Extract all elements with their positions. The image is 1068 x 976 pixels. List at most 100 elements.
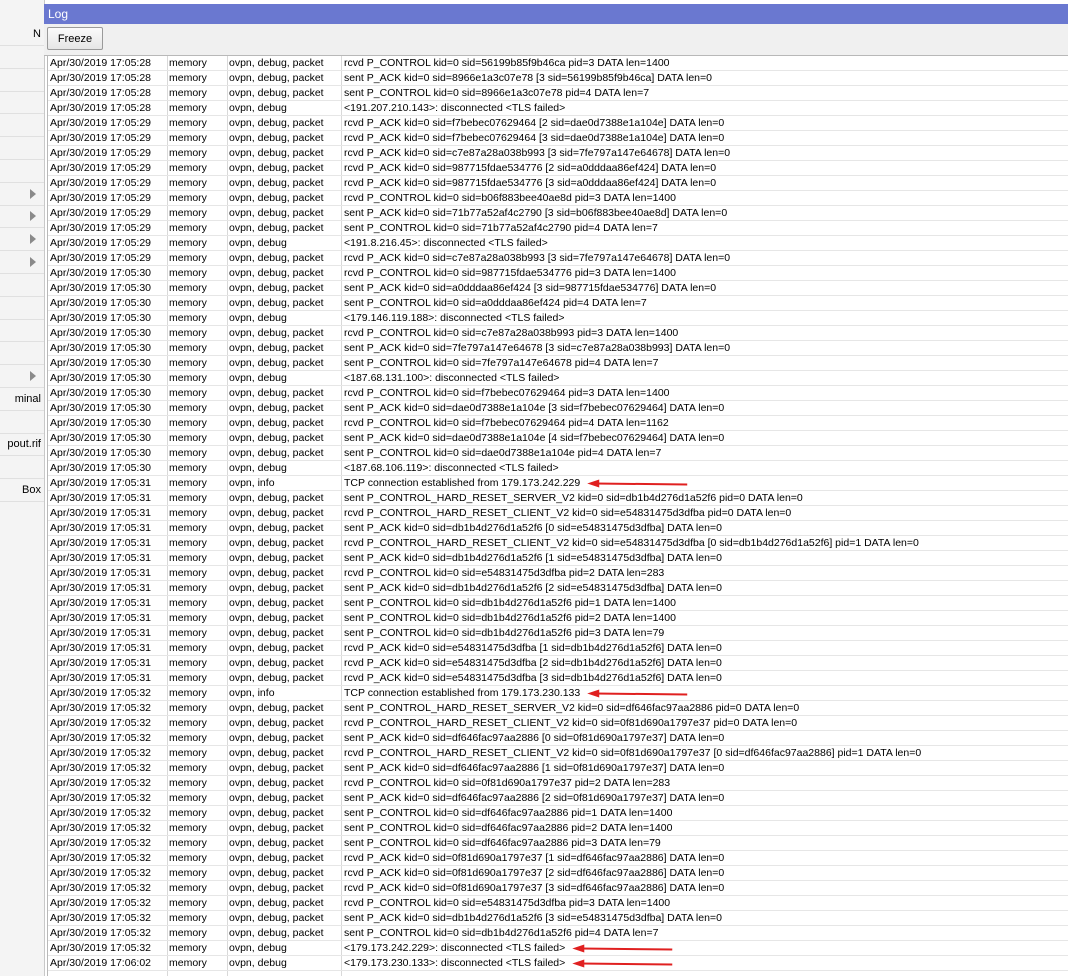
log-row[interactable]: Apr/30/2019 17:05:32 memory ovpn, debug, p… — [48, 716, 1068, 731]
log-row[interactable]: Apr/30/2019 17:05:28 memory ovpn, debug, p… — [48, 71, 1068, 86]
log-row[interactable]: Apr/30/2019 17:05:30 memory ovpn, debug <18… — [48, 371, 1068, 386]
sidebar-item[interactable] — [0, 205, 44, 229]
log-row[interactable]: Apr/30/2019 17:05:32 memory ovpn, debug, p… — [48, 866, 1068, 881]
log-row[interactable]: Apr/30/2019 17:05:31 memory ovpn, debug, p… — [48, 596, 1068, 611]
log-row[interactable]: Apr/30/2019 17:05:31 memory ovpn, debug, p… — [48, 671, 1068, 686]
log-time: Apr/30/2019 17:05:31 — [50, 567, 152, 579]
log-row[interactable]: Apr/30/2019 17:05:32 memory ovpn, debug, p… — [48, 776, 1068, 791]
log-row[interactable]: Apr/30/2019 17:05:30 memory ovpn, debug, p… — [48, 416, 1068, 431]
log-row[interactable]: Apr/30/2019 17:05:32 memory ovpn, debug, p… — [48, 701, 1068, 716]
log-row[interactable]: Apr/30/2019 17:05:32 memory ovpn, debug, p… — [48, 761, 1068, 776]
log-row[interactable]: Apr/30/2019 17:05:30 memory ovpn, debug, p… — [48, 401, 1068, 416]
log-buffer: memory — [169, 252, 207, 264]
log-row[interactable]: Apr/30/2019 17:05:32 memory ovpn, debug, p… — [48, 791, 1068, 806]
sidebar-item[interactable] — [0, 456, 44, 480]
log-row[interactable]: Apr/30/2019 17:05:29 memory ovpn, debug, p… — [48, 206, 1068, 221]
log-row[interactable]: Apr/30/2019 17:05:32 memory ovpn, debug <17… — [48, 941, 1068, 956]
log-row[interactable]: Apr/30/2019 17:05:30 memory ovpn, debug, p… — [48, 446, 1068, 461]
log-row[interactable]: Apr/30/2019 17:05:30 memory ovpn, debug <18… — [48, 461, 1068, 476]
log-row[interactable]: Apr/30/2019 17:05:31 memory ovpn, info TCP … — [48, 476, 1068, 491]
log-row[interactable]: Apr/30/2019 17:05:32 memory ovpn, debug, p… — [48, 731, 1068, 746]
log-list[interactable]: Apr/30/2019 17:05:28 memory ovpn, debug, p… — [47, 56, 1068, 976]
log-row[interactable]: Apr/30/2019 17:05:31 memory ovpn, debug, p… — [48, 491, 1068, 506]
log-row[interactable]: Apr/30/2019 17:05:30 memory ovpn, debug <17… — [48, 311, 1068, 326]
log-row[interactable]: Apr/30/2019 17:05:32 memory ovpn, debug, p… — [48, 851, 1068, 866]
log-row[interactable]: Apr/30/2019 17:05:31 memory ovpn, debug, p… — [48, 656, 1068, 671]
log-row[interactable]: Apr/30/2019 17:06:02 memory ovpn, debug <17… — [48, 956, 1068, 971]
log-topics: ovpn, debug, packet — [229, 627, 324, 639]
log-row[interactable]: Apr/30/2019 17:05:32 memory ovpn, debug, p… — [48, 881, 1068, 896]
sidebar-item[interactable] — [0, 251, 44, 274]
log-row[interactable]: Apr/30/2019 17:05:32 memory ovpn, debug, p… — [48, 836, 1068, 851]
log-row[interactable]: Apr/30/2019 17:05:30 memory ovpn, debug, p… — [48, 386, 1068, 401]
log-row[interactable]: Apr/30/2019 17:05:29 memory ovpn, debug, p… — [48, 161, 1068, 176]
log-message: sent P_ACK kid=0 sid=db1b4d276d1a52f6 [0… — [344, 522, 722, 534]
log-row[interactable]: Apr/30/2019 17:05:29 memory ovpn, debug, p… — [48, 176, 1068, 191]
sidebar-item[interactable]: pout.rif — [0, 433, 44, 457]
log-row[interactable]: Apr/30/2019 17:05:30 memory ovpn, debug, p… — [48, 281, 1068, 296]
log-row[interactable]: Apr/30/2019 17:05:31 memory ovpn, debug, p… — [48, 611, 1068, 626]
log-row[interactable]: Apr/30/2019 17:05:30 memory ovpn, debug, p… — [48, 326, 1068, 341]
log-row[interactable]: Apr/30/2019 17:05:32 memory ovpn, debug, p… — [48, 746, 1068, 761]
log-topics: ovpn, debug, packet — [229, 927, 324, 939]
log-row[interactable]: Apr/30/2019 17:05:30 memory ovpn, debug, p… — [48, 266, 1068, 281]
sidebar-item[interactable]: N — [0, 23, 44, 46]
freeze-button[interactable]: Freeze — [47, 27, 103, 50]
log-row[interactable]: Apr/30/2019 17:05:31 memory ovpn, debug, p… — [48, 536, 1068, 551]
log-topics: ovpn, debug, packet — [229, 162, 324, 174]
log-row[interactable]: Apr/30/2019 17:05:32 memory ovpn, debug, p… — [48, 911, 1068, 926]
log-row[interactable]: Apr/30/2019 17:05:28 memory ovpn, debug, p… — [48, 86, 1068, 101]
log-row[interactable]: Apr/30/2019 17:05:29 memory ovpn, debug, p… — [48, 221, 1068, 236]
log-row[interactable]: Apr/30/2019 17:05:31 memory ovpn, debug, p… — [48, 566, 1068, 581]
sidebar-item[interactable] — [0, 160, 44, 183]
sidebar-item[interactable] — [0, 342, 44, 366]
log-topics: ovpn, debug — [229, 372, 287, 384]
sidebar-item[interactable] — [0, 365, 44, 388]
sidebar-item[interactable]: Box — [0, 479, 44, 502]
log-row[interactable]: Apr/30/2019 17:05:29 memory ovpn, debug, p… — [48, 251, 1068, 266]
log-row[interactable]: Apr/30/2019 17:05:28 memory ovpn, debug, p… — [48, 56, 1068, 71]
log-row[interactable]: Apr/30/2019 17:05:31 memory ovpn, debug, p… — [48, 521, 1068, 536]
log-row[interactable]: Apr/30/2019 17:05:31 memory ovpn, debug, p… — [48, 641, 1068, 656]
log-row[interactable]: Apr/30/2019 17:05:30 memory ovpn, debug, p… — [48, 431, 1068, 446]
sidebar-item[interactable] — [0, 137, 44, 160]
log-row[interactable]: Apr/30/2019 17:05:30 memory ovpn, debug, p… — [48, 296, 1068, 311]
sidebar-item[interactable] — [0, 297, 44, 320]
log-row[interactable]: Apr/30/2019 17:05:28 memory ovpn, debug <19… — [48, 101, 1068, 116]
log-row[interactable]: Apr/30/2019 17:05:31 memory ovpn, debug, p… — [48, 506, 1068, 521]
log-row[interactable]: Apr/30/2019 17:05:29 memory ovpn, debug, p… — [48, 116, 1068, 131]
sidebar-item[interactable] — [0, 114, 44, 138]
log-row[interactable]: Apr/30/2019 17:05:29 memory ovpn, debug, p… — [48, 146, 1068, 161]
sidebar-item[interactable] — [0, 274, 44, 297]
log-time: Apr/30/2019 17:05:31 — [50, 657, 152, 669]
log-row[interactable]: Apr/30/2019 17:05:29 memory ovpn, debug, p… — [48, 191, 1068, 206]
log-row[interactable]: Apr/30/2019 17:05:29 memory ovpn, debug, p… — [48, 131, 1068, 146]
log-row[interactable]: Apr/30/2019 17:05:30 memory ovpn, debug, p… — [48, 356, 1068, 371]
log-row[interactable]: Apr/30/2019 17:05:32 memory ovpn, debug, p… — [48, 821, 1068, 836]
sidebar-item[interactable] — [0, 411, 44, 434]
log-time: Apr/30/2019 17:05:32 — [50, 882, 152, 894]
log-row[interactable]: Apr/30/2019 17:05:31 memory ovpn, debug, p… — [48, 551, 1068, 566]
sidebar-item[interactable] — [0, 46, 44, 69]
log-buffer: memory — [169, 117, 207, 129]
log-buffer: memory — [169, 627, 207, 639]
sidebar-item[interactable] — [0, 319, 44, 343]
log-message: rcvd P_CONTROL kid=0 sid=f7bebec07629464… — [344, 387, 670, 399]
log-row[interactable]: Apr/30/2019 17:05:29 memory ovpn, debug <19… — [48, 236, 1068, 251]
log-row[interactable]: Apr/30/2019 17:05:30 memory ovpn, debug, p… — [48, 341, 1068, 356]
log-row[interactable]: Apr/30/2019 17:05:32 memory ovpn, info TCP … — [48, 686, 1068, 701]
log-buffer: memory — [169, 597, 207, 609]
log-row[interactable]: Apr/30/2019 17:05:32 memory ovpn, debug, p… — [48, 896, 1068, 911]
log-row[interactable]: Apr/30/2019 17:05:32 memory ovpn, debug, p… — [48, 806, 1068, 821]
log-buffer: memory — [169, 267, 207, 279]
log-topics: ovpn, debug, packet — [229, 912, 324, 924]
log-time: Apr/30/2019 17:05:32 — [50, 777, 152, 789]
sidebar-item[interactable] — [0, 69, 44, 92]
log-row[interactable]: Apr/30/2019 17:05:32 memory ovpn, debug, p… — [48, 926, 1068, 941]
log-row[interactable]: Apr/30/2019 17:05:31 memory ovpn, debug, p… — [48, 581, 1068, 596]
sidebar-item[interactable]: minal — [0, 388, 44, 411]
sidebar-item[interactable] — [0, 91, 44, 115]
sidebar-item[interactable] — [0, 183, 44, 206]
sidebar-item[interactable] — [0, 228, 44, 252]
log-row[interactable]: Apr/30/2019 17:05:31 memory ovpn, debug, p… — [48, 626, 1068, 641]
